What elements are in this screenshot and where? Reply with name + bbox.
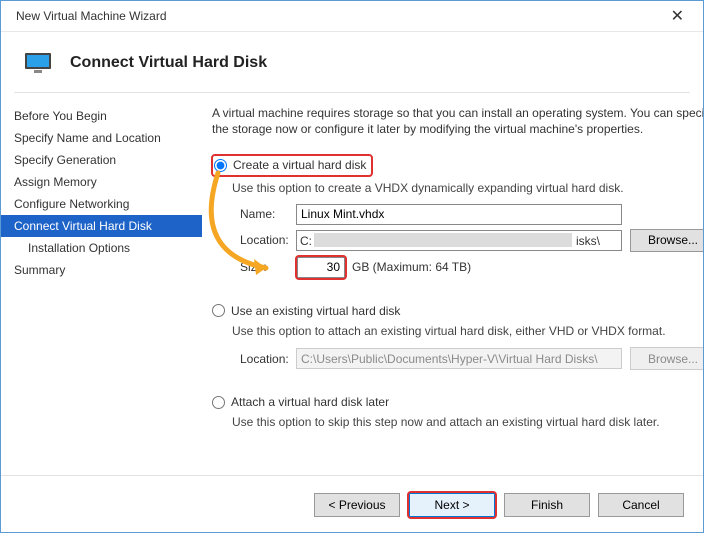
wizard-footer: < Previous Next > Finish Cancel [0, 475, 704, 533]
wizard-content: A virtual machine requires storage so th… [202, 93, 704, 443]
size-input[interactable] [297, 257, 345, 278]
radio-attach-later-label: Attach a virtual hard disk later [231, 394, 389, 410]
radio-use-existing-label: Use an existing virtual hard disk [231, 303, 400, 319]
location-suffix: isks\ [576, 233, 600, 249]
size-unit: GB (Maximum: 64 TB) [352, 259, 471, 275]
sidebar-item-installation-options[interactable]: Installation Options [0, 237, 202, 259]
location-prefix: C: [300, 233, 312, 249]
wizard-header: Connect Virtual Hard Disk [0, 32, 704, 92]
monitor-icon [24, 52, 52, 74]
page-title: Connect Virtual Hard Disk [70, 54, 267, 72]
sidebar-item-configure-networking[interactable]: Configure Networking [0, 193, 202, 215]
sidebar-item-summary[interactable]: Summary [0, 259, 202, 281]
radio-attach-later[interactable] [212, 396, 225, 409]
existing-location-input [296, 348, 622, 369]
wizard-sidebar: Before You Begin Specify Name and Locati… [0, 93, 202, 443]
sidebar-item-assign-memory[interactable]: Assign Memory [0, 171, 202, 193]
location-redacted [314, 233, 572, 247]
sidebar-item-connect-vhd[interactable]: Connect Virtual Hard Disk [0, 215, 202, 237]
sidebar-item-specify-name[interactable]: Specify Name and Location [0, 127, 202, 149]
finish-button[interactable]: Finish [504, 493, 590, 517]
location-label: Location: [240, 232, 296, 248]
size-label: Size: [240, 259, 296, 275]
existing-location-label: Location: [240, 351, 296, 367]
option-create-vhd-highlight: Create a virtual hard disk [212, 155, 372, 175]
titlebar: New Virtual Machine Wizard ✕ [0, 0, 704, 32]
window-title: New Virtual Machine Wizard [10, 9, 167, 23]
radio-use-existing[interactable] [212, 304, 225, 317]
cancel-button[interactable]: Cancel [598, 493, 684, 517]
sidebar-item-specify-generation[interactable]: Specify Generation [0, 149, 202, 171]
create-vhd-desc: Use this option to create a VHDX dynamic… [232, 180, 704, 196]
close-icon[interactable]: ✕ [661, 2, 694, 30]
attach-later-desc: Use this option to skip this step now an… [232, 414, 704, 430]
intro-text: A virtual machine requires storage so th… [212, 105, 704, 137]
radio-create-vhd[interactable] [214, 159, 227, 172]
name-input[interactable] [296, 204, 622, 225]
use-existing-desc: Use this option to attach an existing vi… [232, 323, 704, 339]
radio-create-vhd-label: Create a virtual hard disk [233, 157, 366, 173]
sidebar-item-before-you-begin[interactable]: Before You Begin [0, 105, 202, 127]
browse-button[interactable]: Browse... [630, 229, 704, 252]
next-button[interactable]: Next > [409, 493, 495, 517]
name-label: Name: [240, 206, 296, 222]
previous-button[interactable]: < Previous [314, 493, 400, 517]
existing-browse-button: Browse... [630, 347, 704, 370]
